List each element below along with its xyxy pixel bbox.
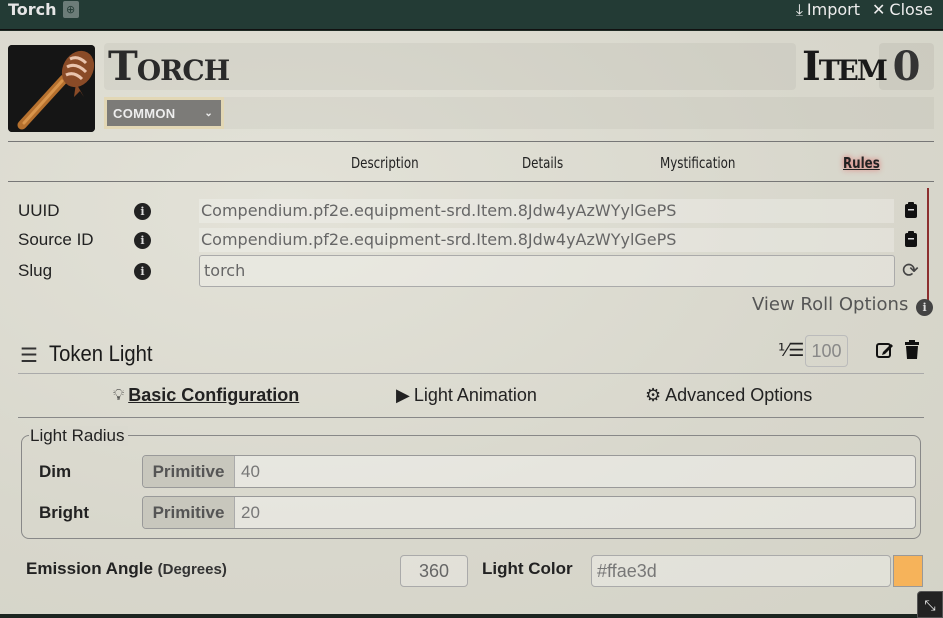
view-roll-options-link[interactable]: View Roll Options i — [752, 294, 934, 316]
close-icon: ✕ — [872, 0, 886, 19]
info-icon: i — [916, 299, 934, 316]
torch-icon — [8, 45, 95, 132]
tab-description[interactable]: Description — [351, 154, 419, 172]
item-sheet: Torch Item 0 COMMON ⌄ Description Detail… — [0, 31, 943, 614]
resize-handle-icon[interactable]: ⤡ — [917, 591, 943, 618]
light-color-swatch[interactable] — [893, 555, 923, 587]
item-name-input[interactable]: Torch — [104, 43, 796, 90]
rarity-select[interactable]: COMMON ⌄ — [107, 100, 221, 126]
window-titlebar: Torch ⊕ ⤓ Import ✕ Close — [0, 0, 943, 30]
sheet-navigation: Description Details Mystification Rules — [8, 141, 934, 182]
window-title: Torch — [8, 0, 57, 19]
close-button[interactable]: ✕ Close — [872, 0, 933, 20]
item-level-input[interactable]: 0 — [879, 43, 934, 90]
play-icon: ▶ — [396, 385, 410, 405]
info-icon[interactable]: i — [134, 232, 151, 249]
tab-details[interactable]: Details — [522, 154, 563, 172]
subtab-light-animation[interactable]: ▶ Light Animation — [396, 385, 537, 406]
cogs-icon: ⚙ — [645, 385, 662, 405]
uuid-field[interactable]: Compendium.pf2e.equipment-srd.Item.8Jdw4… — [199, 199, 894, 223]
info-icon[interactable]: i — [134, 203, 151, 220]
light-radius-legend: Light Radius — [29, 426, 128, 446]
trash-icon[interactable] — [904, 340, 920, 359]
canvas-background — [0, 614, 943, 618]
import-button[interactable]: ⤓ Import — [796, 0, 860, 20]
window-actions: ⤓ Import ✕ Close — [796, 0, 933, 20]
close-label: Close — [889, 0, 933, 19]
bright-mode-button[interactable]: Primitive — [143, 497, 235, 528]
source-id-field[interactable]: Compendium.pf2e.equipment-srd.Item.8Jdw4… — [199, 228, 894, 252]
edit-icon[interactable] — [876, 341, 894, 359]
clipboard-icon[interactable] — [905, 231, 917, 247]
rarity-select-wrapper: COMMON ⌄ — [104, 97, 224, 129]
download-icon: ⤓ — [795, 0, 803, 19]
refresh-icon[interactable]: ⟳ — [902, 258, 919, 283]
tab-mystification[interactable]: Mystification — [660, 154, 735, 172]
priority-icon: ⅟☰ — [778, 340, 805, 360]
uuid-label: UUID — [18, 201, 60, 220]
subtab-label: Light Animation — [413, 385, 537, 405]
light-color-input[interactable]: #ffae3d — [591, 555, 891, 587]
chevron-down-icon: ⌄ — [204, 107, 213, 119]
emission-angle-text: Emission Angle — [26, 559, 153, 578]
subtab-basic-configuration[interactable]: 💡︎ Basic Configuration — [113, 385, 299, 406]
emission-angle-unit: (Degrees) — [157, 561, 227, 578]
view-roll-options-label: View Roll Options — [752, 294, 909, 315]
rule-subtabs: 💡︎ Basic Configuration ▶ Light Animation… — [18, 376, 924, 418]
emission-angle-label: Emission Angle (Degrees) — [26, 559, 227, 579]
scrollbar[interactable] — [927, 188, 929, 304]
rule-element-title: Token Light — [49, 341, 153, 366]
emission-angle-input[interactable]: 360 — [400, 555, 468, 587]
bright-input[interactable]: 20 — [235, 497, 260, 528]
light-color-label: Light Color — [482, 559, 573, 578]
traits-row[interactable] — [104, 97, 934, 129]
dim-mode-button[interactable]: Primitive — [143, 456, 235, 487]
source-id-label: Source ID — [18, 230, 94, 249]
drag-handle-icon[interactable]: ☰ — [20, 343, 38, 368]
info-icon[interactable]: i — [134, 263, 151, 280]
tab-rules[interactable]: Rules — [843, 154, 880, 172]
slug-label: Slug — [18, 261, 53, 280]
lightbulb-icon: 💡︎ — [113, 386, 125, 404]
dim-resolver: Primitive 40 — [142, 455, 916, 488]
subtab-label: Basic Configuration — [128, 385, 300, 405]
dim-label: Dim — [39, 462, 72, 481]
clipboard-icon[interactable] — [905, 202, 917, 218]
priority-input[interactable]: 100 — [805, 335, 848, 367]
globe-icon[interactable]: ⊕ — [62, 0, 79, 18]
slug-input[interactable]: torch — [199, 255, 895, 287]
subtab-advanced-options[interactable]: ⚙ Advanced Options — [645, 385, 812, 406]
item-portrait[interactable] — [8, 45, 95, 132]
rarity-value: COMMON — [113, 105, 176, 121]
bright-resolver: Primitive 20 — [142, 496, 916, 529]
bright-label: Bright — [39, 503, 90, 522]
import-label: Import — [806, 0, 860, 19]
dim-input[interactable]: 40 — [235, 456, 260, 487]
item-type-label: Item — [802, 43, 888, 90]
subtab-label: Advanced Options — [665, 385, 813, 405]
